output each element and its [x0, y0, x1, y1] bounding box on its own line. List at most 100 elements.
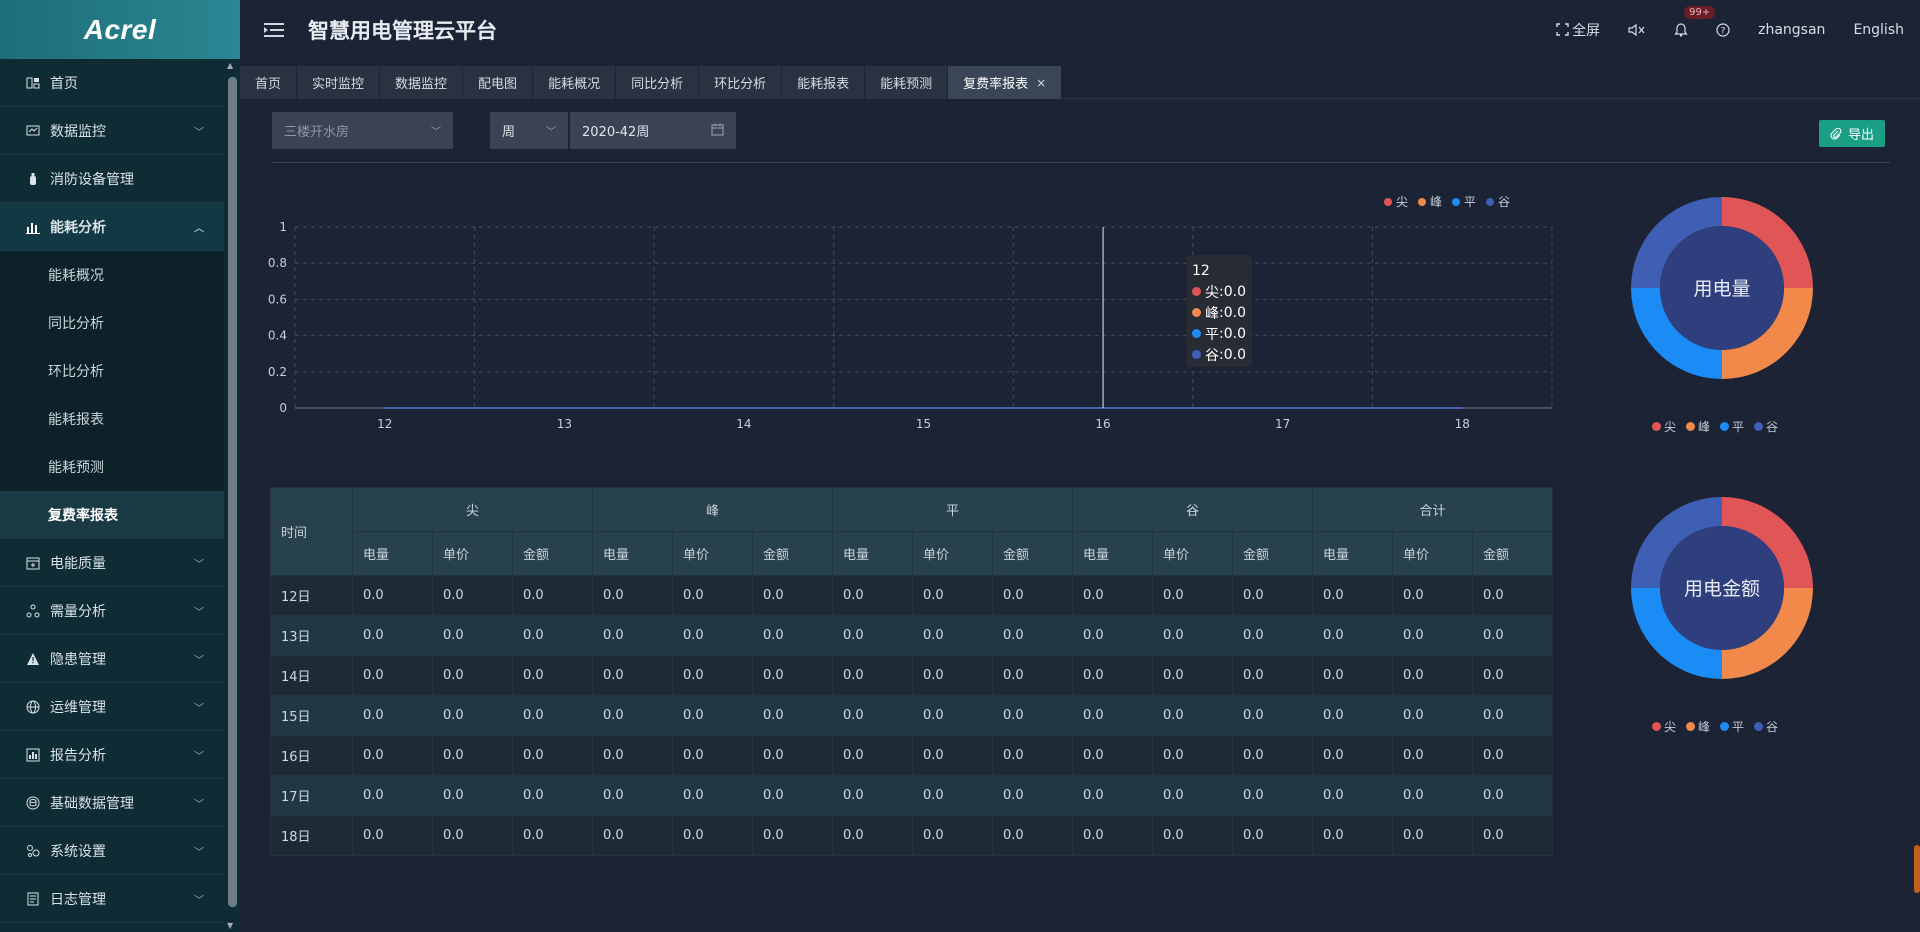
tab-4[interactable]: 能耗概况 [533, 66, 617, 99]
tooltip-row: 谷: 0.0 [1192, 344, 1246, 365]
mute-button[interactable] [1628, 23, 1646, 37]
col-sub-header: 单价 [912, 531, 993, 576]
legend-item[interactable]: 平 [1720, 418, 1744, 435]
period-select[interactable]: 周 ﹀ [490, 112, 568, 149]
scroll-up-icon[interactable]: ▲ [227, 61, 233, 70]
legend-item[interactable]: 尖 [1652, 718, 1676, 735]
page-scroll-indicator[interactable] [1914, 845, 1920, 893]
table-cell: 0.0 [1312, 575, 1393, 616]
tab-label: 首页 [255, 77, 282, 92]
tooltip-value: 0.0 [1223, 283, 1246, 300]
tab-5[interactable]: 同比分析 [616, 66, 700, 99]
table-cell: 0.0 [832, 775, 913, 816]
sidebar-item-label: 运维管理 [50, 699, 106, 716]
tab-label: 配电图 [478, 77, 518, 92]
tooltip-title: 12 [1192, 262, 1210, 279]
tooltip-marker [1192, 329, 1201, 338]
filter-bar: 三楼开水房 ﹀ 周 ﹀ 2020-42周 [272, 112, 736, 149]
sidebar-item-label: 能耗分析 [50, 219, 106, 236]
fullscreen-label: 全屏 [1572, 22, 1601, 39]
energy-donut-chart[interactable]: 用电量 [1630, 196, 1814, 380]
col-sub-header: 金额 [1232, 531, 1313, 576]
tab-9[interactable]: 复费率报表 × [948, 66, 1063, 99]
sidebar-subitem-1[interactable]: 同比分析 [0, 299, 224, 347]
sidebar-item-4[interactable]: 电能质量 ﹀ [0, 539, 224, 587]
export-button[interactable]: 导出 [1819, 120, 1885, 147]
sidebar-item-8[interactable]: 报告分析 ﹀ [0, 731, 224, 779]
menu-toggle-icon[interactable] [264, 22, 284, 38]
sidebar-menu: 首页数据监控 ﹀ 消防设备管理能耗分析 ︿ 能耗概况 同比分析 环比分析 能耗报表 能耗预测 复费… [0, 59, 224, 932]
table-cell: 0.0 [512, 815, 593, 856]
tab-7[interactable]: 能耗报表 [782, 66, 866, 99]
user-menu[interactable]: zhangsan [1758, 22, 1825, 38]
col-group-header: 合计 [1312, 487, 1553, 532]
col-group-header: 尖 [352, 487, 593, 532]
sidebar-item-6[interactable]: 隐患管理 ﹀ [0, 635, 224, 683]
legend-item[interactable]: 峰 [1686, 718, 1710, 735]
week-picker[interactable]: 2020-42周 [570, 112, 736, 149]
fullscreen-icon [1556, 23, 1569, 36]
legend-item[interactable]: 平 [1720, 718, 1744, 735]
table-cell: 0.0 [592, 655, 673, 696]
tab-0[interactable]: 首页 [240, 66, 298, 99]
table-cell: 0.0 [912, 655, 993, 696]
sidebar-item-10[interactable]: 系统设置 ﹀ [0, 827, 224, 875]
trend-line-chart[interactable]: 00.20.40.60.8112 13 14 15 16 17 18尖峰平谷 [262, 185, 1562, 445]
export-label: 导出 [1847, 128, 1874, 143]
sidebar-item-1[interactable]: 数据监控 ﹀ [0, 107, 224, 155]
tab-8[interactable]: 能耗预测 [865, 66, 949, 99]
sidebar-item-label: 消防设备管理 [50, 171, 134, 188]
table-cell: 0.0 [912, 735, 993, 776]
sidebar-item-5[interactable]: 需量分析 ﹀ [0, 587, 224, 635]
sidebar-item-7[interactable]: 运维管理 ﹀ [0, 683, 224, 731]
chevron-down-icon: ﹀ [194, 751, 204, 762]
donut-title: 用电金额 [1684, 578, 1760, 600]
table-cell: 0.0 [1472, 695, 1553, 736]
y-tick-label: 1 [279, 220, 287, 234]
sidebar-scrollbar[interactable]: ▲ ▼ [224, 59, 240, 932]
sidebar-subitem-3[interactable]: 能耗报表 [0, 395, 224, 443]
row-time: 15日 [270, 695, 353, 736]
extinguisher-icon [26, 172, 40, 186]
table-cell: 0.0 [1072, 615, 1153, 656]
notifications-button[interactable]: 99+ [1674, 6, 1716, 37]
legend-item[interactable]: 峰 [1686, 418, 1710, 435]
scroll-down-icon[interactable]: ▼ [227, 921, 233, 930]
brand-logo[interactable]: Acrel [0, 0, 240, 59]
location-select[interactable]: 三楼开水房 ﹀ [272, 112, 453, 149]
table-cell: 0.0 [1392, 575, 1473, 616]
tab-3[interactable]: 配电图 [463, 66, 534, 99]
fullscreen-button[interactable]: 全屏 [1556, 20, 1600, 40]
sidebar-item-3[interactable]: 能耗分析 ︿ [0, 203, 224, 251]
language-switch[interactable]: English [1853, 22, 1904, 38]
legend-item[interactable]: 尖 [1652, 418, 1676, 435]
tab-2[interactable]: 数据监控 [380, 66, 464, 99]
close-icon[interactable]: × [1036, 76, 1046, 90]
sidebar-subitem-2[interactable]: 环比分析 [0, 347, 224, 395]
sidebar-subitem-0[interactable]: 能耗概况 [0, 251, 224, 299]
legend-label: 峰 [1698, 720, 1711, 734]
sidebar-item-11[interactable]: 日志管理 ﹀ [0, 875, 224, 923]
tab-1[interactable]: 实时监控 [297, 66, 381, 99]
table-cell: 0.0 [752, 655, 833, 696]
chevron-down-icon: ﹀ [194, 607, 204, 618]
sidebar-subitem-5[interactable]: 复费率报表 [0, 491, 224, 539]
table-cell: 0.0 [912, 815, 993, 856]
legend-item[interactable]: 谷 [1754, 418, 1778, 435]
col-header-time: 时间 [270, 487, 353, 576]
sidebar-item-2[interactable]: 消防设备管理 [0, 155, 224, 203]
legend-item[interactable]: 谷 [1754, 718, 1778, 735]
sidebar-item-label: 首页 [50, 75, 78, 92]
sidebar-item-0[interactable]: 首页 [0, 59, 224, 107]
help-button[interactable]: ? [1716, 22, 1730, 37]
sidebar-scroll-thumb[interactable] [228, 77, 237, 907]
cost-donut-chart[interactable]: 用电金额 [1630, 496, 1814, 680]
table-cell: 0.0 [512, 575, 593, 616]
sidebar-subitem-4[interactable]: 能耗预测 [0, 443, 224, 491]
col-sub-header: 单价 [672, 531, 753, 576]
table-cell: 0.0 [1312, 655, 1393, 696]
sidebar-item-9[interactable]: 基础数据管理 ﹀ [0, 779, 224, 827]
legend-label: 尖 [1664, 720, 1677, 734]
tab-6[interactable]: 环比分析 [699, 66, 783, 99]
sidebar-item-label: 日志管理 [50, 891, 106, 908]
